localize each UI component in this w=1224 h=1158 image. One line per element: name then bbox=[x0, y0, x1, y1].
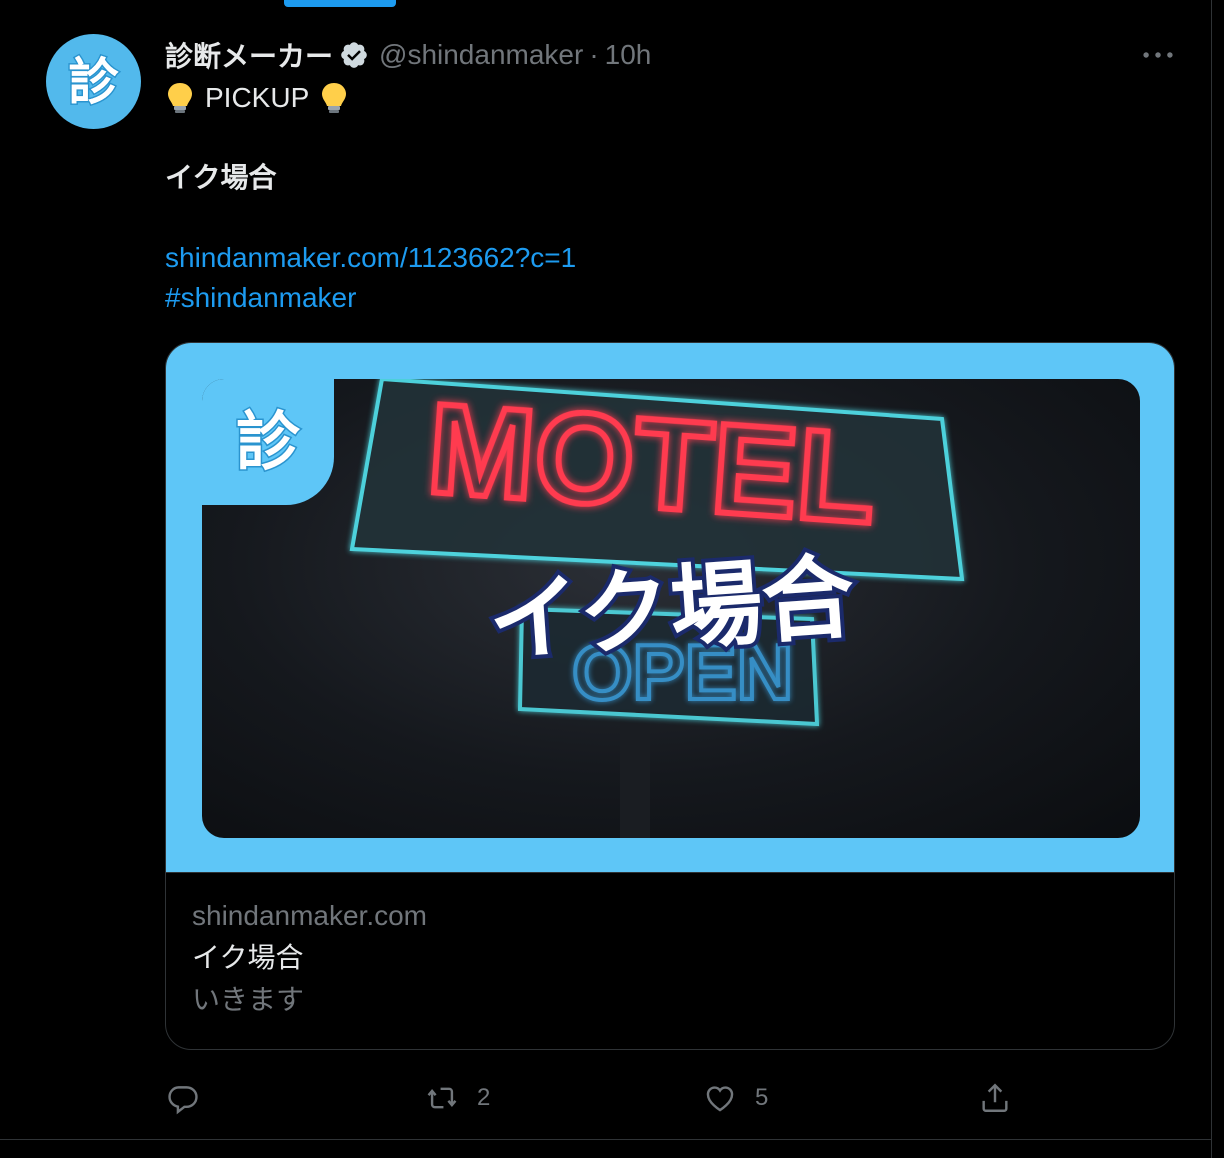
like-button[interactable]: 5 bbox=[703, 1076, 768, 1120]
retweet-icon bbox=[427, 1087, 457, 1109]
header-separator: · bbox=[589, 39, 599, 70]
motel-sign-illustration: MOTEL OPEN イク場合 bbox=[349, 379, 965, 838]
card-description: いきます bbox=[192, 984, 305, 1015]
card-divider bbox=[166, 872, 1174, 873]
hashtag-link[interactable]: #shindanmaker bbox=[165, 278, 356, 318]
pickup-label: PICKUP bbox=[205, 82, 310, 113]
lightbulb-icon bbox=[165, 81, 195, 115]
card-badge: 診 bbox=[202, 379, 334, 505]
display-name[interactable]: 診断メーカー bbox=[165, 35, 333, 75]
tweet-title: イク場合 bbox=[165, 162, 277, 193]
like-count: 5 bbox=[755, 1084, 769, 1111]
retweet-count: 2 bbox=[477, 1084, 491, 1111]
retweet-button[interactable]: 2 bbox=[425, 1076, 490, 1120]
share-icon bbox=[982, 1083, 1008, 1112]
card-title: イク場合 bbox=[192, 942, 304, 973]
share-button[interactable] bbox=[978, 1076, 1012, 1120]
tweet-link[interactable]: shindanmaker.com/1123662?c=1 bbox=[165, 238, 576, 278]
avatar-glyph: 診 bbox=[67, 53, 120, 110]
tweet-line-pickup: PICKUP bbox=[165, 78, 349, 118]
lightbulb-icon bbox=[319, 81, 349, 115]
more-icon[interactable] bbox=[1138, 40, 1178, 70]
verified-badge-icon bbox=[339, 40, 369, 70]
card-domain: shindanmaker.com bbox=[192, 900, 428, 931]
avatar[interactable]: 診 bbox=[46, 34, 141, 129]
card-info: shindanmaker.com イク場合 いきます bbox=[192, 895, 427, 1021]
tweet-header: 診断メーカー @shindanmaker · 10h bbox=[165, 34, 651, 76]
tweet-bottom-border bbox=[0, 1139, 1212, 1140]
user-handle[interactable]: @shindanmaker bbox=[379, 39, 583, 71]
badge-glyph: 診 bbox=[235, 406, 302, 478]
tweet-actions: 2 5 bbox=[0, 1076, 1212, 1120]
reply-button[interactable] bbox=[166, 1076, 218, 1120]
reply-icon bbox=[168, 1086, 198, 1115]
tab-active-indicator bbox=[284, 0, 396, 7]
like-icon bbox=[706, 1086, 734, 1112]
timeline-border-right bbox=[1211, 0, 1212, 1158]
card-image-frame: MOTEL OPEN イク場合 診 bbox=[166, 343, 1174, 873]
card-image: MOTEL OPEN イク場合 診 bbox=[202, 379, 1140, 838]
tweet-timestamp[interactable]: 10h bbox=[605, 39, 652, 71]
link-card[interactable]: MOTEL OPEN イク場合 診 shindanmaker.com イク場合 … bbox=[165, 342, 1175, 1050]
